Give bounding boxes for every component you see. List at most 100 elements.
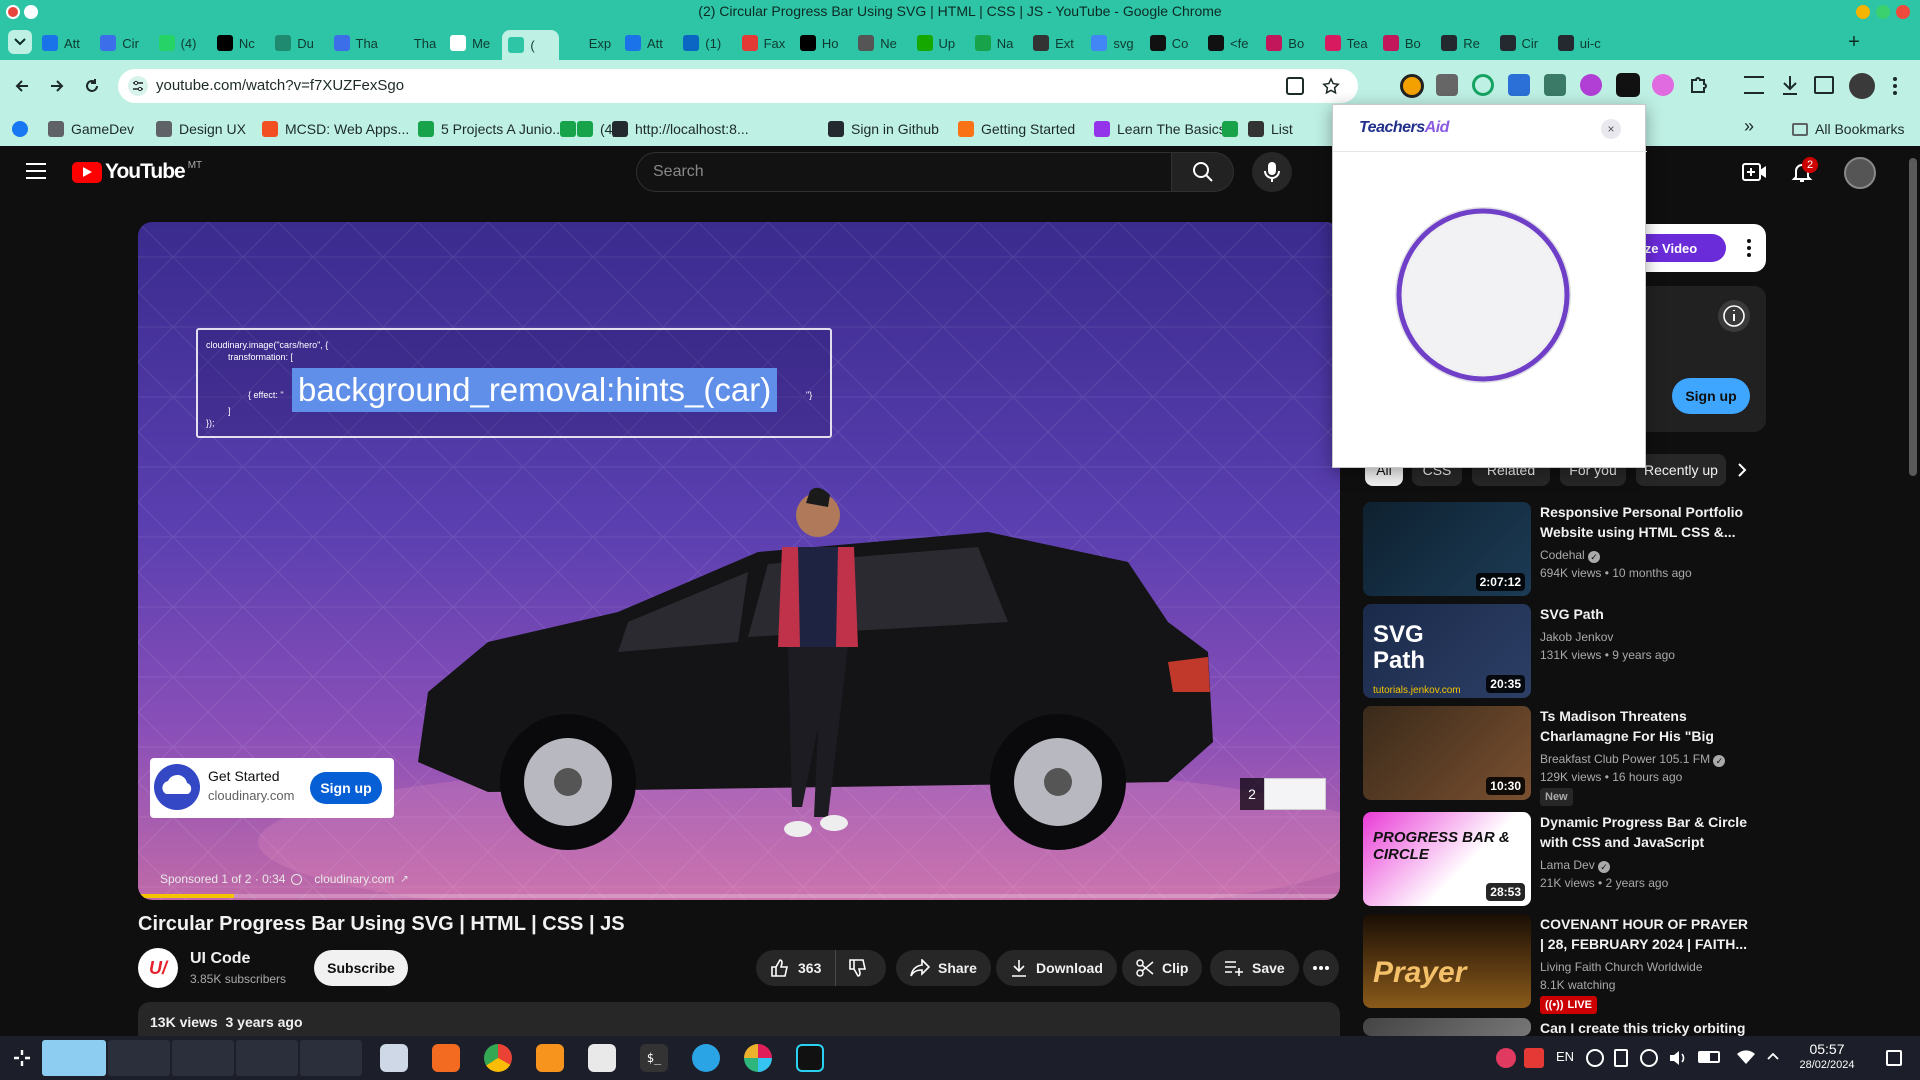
tray-anydesk-icon[interactable] xyxy=(1524,1048,1544,1068)
search-button[interactable] xyxy=(1172,152,1234,192)
recommendation-thumbnail[interactable] xyxy=(1363,1018,1531,1036)
chrome-menu-icon[interactable] xyxy=(1892,76,1898,96)
tab[interactable]: Re xyxy=(1435,30,1491,56)
more-vertical-icon[interactable] xyxy=(1746,238,1752,258)
save-button[interactable]: Save xyxy=(1210,950,1299,986)
info-icon[interactable] xyxy=(291,873,303,885)
create-video-icon[interactable] xyxy=(1742,162,1768,182)
bookmark-icon[interactable] xyxy=(1222,121,1238,137)
download-button[interactable]: Download xyxy=(996,950,1117,986)
voice-search-button[interactable] xyxy=(1252,152,1292,192)
tab[interactable]: Bo xyxy=(1377,30,1433,56)
tab[interactable]: (1) xyxy=(677,30,733,56)
ad-signup-button[interactable]: Sign up xyxy=(310,772,382,804)
tab[interactable]: Att xyxy=(619,30,675,56)
extension-icon-1[interactable] xyxy=(1400,74,1424,98)
page-scrollbar[interactable] xyxy=(1906,146,1920,1036)
wifi-icon[interactable] xyxy=(1736,1048,1756,1066)
share-button[interactable]: Share xyxy=(896,950,991,986)
tab[interactable]: Cir xyxy=(94,30,150,56)
facebook-bookmark-icon[interactable] xyxy=(12,121,28,137)
app-launcher-icon[interactable] xyxy=(10,1046,34,1070)
profile-avatar[interactable] xyxy=(1849,73,1875,99)
clipboard-icon[interactable] xyxy=(1614,1049,1628,1067)
airplane-app-icon[interactable] xyxy=(692,1044,720,1072)
dislike-button[interactable] xyxy=(836,950,880,986)
tab[interactable]: svg xyxy=(1085,30,1141,56)
youtube-logo[interactable]: YouTube MT xyxy=(72,160,202,184)
tab[interactable]: Tea xyxy=(1319,30,1375,56)
recommendation-title[interactable]: Can I create this tricky orbiting xyxy=(1540,1018,1750,1038)
tab-search-button[interactable] xyxy=(8,30,32,54)
extensions-puzzle-icon[interactable] xyxy=(1688,74,1710,96)
recommendation-channel[interactable]: Jakob Jenkov xyxy=(1540,628,1613,646)
tab[interactable]: ui-c xyxy=(1552,30,1608,56)
clip-button[interactable]: Clip xyxy=(1122,950,1203,986)
grammarly-icon[interactable] xyxy=(1472,74,1494,96)
search-input[interactable]: Search xyxy=(636,152,1172,192)
bookmark-item[interactable]: Getting Started xyxy=(958,113,1075,145)
extension-icon-2[interactable] xyxy=(1436,74,1458,96)
tab[interactable]: Me xyxy=(444,30,500,56)
tab[interactable]: Cir xyxy=(1494,30,1550,56)
forward-button[interactable] xyxy=(45,74,69,98)
teachers-aid-extension-icon[interactable] xyxy=(1616,73,1640,97)
recommendation-thumbnail[interactable]: 10:30 xyxy=(1363,706,1531,800)
subscribe-button[interactable]: Subscribe xyxy=(314,950,408,986)
tab[interactable]: (4) xyxy=(153,30,209,56)
cast-icon[interactable] xyxy=(1286,77,1304,95)
media-control-icon[interactable] xyxy=(1744,76,1764,94)
tab[interactable]: Fax xyxy=(736,30,792,56)
media-play-icon[interactable] xyxy=(1640,1049,1658,1067)
site-info-icon[interactable] xyxy=(128,76,148,96)
back-button[interactable] xyxy=(10,74,34,98)
ad-card[interactable]: Get Started cloudinary.com Sign up xyxy=(150,758,394,818)
tab[interactable]: <fe xyxy=(1202,30,1258,56)
tab[interactable]: Att xyxy=(36,30,92,56)
recommendation-channel[interactable]: Lama Dev ✓ xyxy=(1540,856,1611,874)
bookmark-item[interactable]: Design UX xyxy=(156,113,246,145)
workspace-5[interactable] xyxy=(300,1040,362,1076)
side-ad-signup-button[interactable]: Sign up xyxy=(1672,378,1750,414)
webstorm-icon[interactable] xyxy=(796,1044,824,1072)
chrome-taskbar-icon[interactable] xyxy=(484,1044,512,1072)
recommendation-channel[interactable]: Codehal ✓ xyxy=(1540,546,1601,564)
info-button[interactable] xyxy=(1718,300,1750,332)
battery-icon[interactable] xyxy=(1698,1051,1720,1063)
tab[interactable]: Up xyxy=(911,30,967,56)
side-panel-icon[interactable] xyxy=(1814,76,1834,94)
extension-icon-6[interactable] xyxy=(1580,74,1602,96)
bookmark-item[interactable]: 5 Projects A Junio... xyxy=(418,113,564,145)
bookmark-item[interactable]: MCSD: Web Apps... xyxy=(262,113,409,145)
recommendation-title[interactable]: COVENANT HOUR OF PRAYER | 28, FEBRUARY 2… xyxy=(1540,914,1750,954)
tray-app-icon[interactable] xyxy=(1496,1048,1516,1068)
recommendation-title[interactable]: Dynamic Progress Bar & Circle with CSS a… xyxy=(1540,812,1750,852)
bookmark-icon[interactable] xyxy=(560,121,576,137)
bookmark-item[interactable]: Sign in Github xyxy=(828,113,939,145)
volume-icon[interactable] xyxy=(1668,1048,1688,1068)
tab[interactable]: Ext xyxy=(1027,30,1083,56)
recommendation-channel[interactable]: Living Faith Church Worldwide xyxy=(1540,958,1703,976)
tray-status-icon[interactable] xyxy=(1586,1049,1604,1067)
bookmark-item[interactable]: http://localhost:8... xyxy=(612,113,749,145)
tab[interactable]: Ne xyxy=(852,30,908,56)
tab[interactable]: Co xyxy=(1144,30,1200,56)
keyboard-language[interactable]: EN xyxy=(1556,1049,1574,1064)
account-avatar[interactable] xyxy=(1844,157,1876,189)
recommendation-channel[interactable]: Breakfast Club Power 105.1 FM ✓ xyxy=(1540,750,1726,768)
recommendation-title[interactable]: Responsive Personal Portfolio Website us… xyxy=(1540,502,1750,542)
tab[interactable]: Nc xyxy=(211,30,267,56)
window-switcher-icon[interactable] xyxy=(380,1044,408,1072)
address-bar[interactable]: youtube.com/watch?v=f7XUZFexSgo xyxy=(118,69,1358,103)
bookmarks-overflow[interactable]: » xyxy=(1744,116,1754,137)
office-icon[interactable] xyxy=(588,1044,616,1072)
tab[interactable]: Tha xyxy=(386,30,442,56)
files-icon[interactable] xyxy=(536,1044,564,1072)
tab[interactable]: ( xyxy=(502,30,559,60)
url-text[interactable]: youtube.com/watch?v=f7XUZFexSgo xyxy=(156,77,404,94)
bookmark-star-icon[interactable] xyxy=(1322,77,1340,95)
ad-preview-thumbnail[interactable] xyxy=(1264,778,1326,810)
workspace-3[interactable] xyxy=(172,1040,234,1076)
download-icon[interactable] xyxy=(1780,74,1800,96)
extension-icon-8[interactable] xyxy=(1652,74,1674,96)
